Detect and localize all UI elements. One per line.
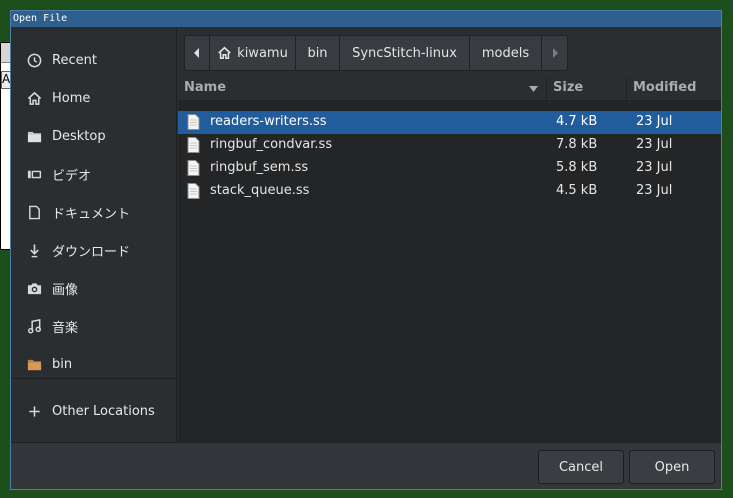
breadcrumb-label: SyncStitch-linux: [352, 45, 457, 61]
sidebar-item-documents[interactable]: ドキュメント: [11, 194, 176, 230]
dialog-action-bar: Cancel Open: [11, 442, 721, 489]
open-button[interactable]: Open: [629, 450, 715, 484]
file-modified: 23 Jul: [636, 183, 673, 198]
file-size: 5.8 kB: [556, 160, 598, 175]
breadcrumb-label: models: [481, 45, 530, 61]
sidebar-item-other-locations[interactable]: Other Locations: [11, 393, 176, 429]
column-header-modified[interactable]: Modified: [627, 77, 721, 101]
breadcrumb-models[interactable]: models: [470, 35, 542, 71]
places-sidebar: Recent Home Desktop ビデオ ドキュメント ダウンロード 画像…: [11, 27, 177, 442]
file-icon: [187, 114, 200, 130]
breadcrumb-label: bin: [307, 45, 328, 61]
sidebar-item-pictures[interactable]: 画像: [11, 270, 176, 306]
file-size: 4.5 kB: [556, 183, 598, 198]
sidebar-divider: [11, 378, 176, 379]
column-header-size[interactable]: Size: [547, 77, 627, 101]
column-header-label: Size: [553, 80, 584, 95]
clock-icon: [26, 52, 42, 68]
sidebar-item-label: Other Locations: [52, 403, 155, 419]
file-modified: 23 Jul: [636, 114, 673, 129]
sidebar-item-label: ダウンロード: [52, 244, 131, 260]
breadcrumb-syncstitch-linux[interactable]: SyncStitch-linux: [340, 35, 470, 71]
file-icon: [187, 160, 200, 176]
camera-icon: [26, 280, 42, 296]
sidebar-item-music[interactable]: 音楽: [11, 308, 176, 344]
path-bar: kiwamu bin SyncStitch-linux models: [184, 35, 568, 71]
sidebar-item-label: ドキュメント: [52, 206, 131, 222]
folder-icon: [26, 128, 42, 144]
sidebar-item-label: ビデオ: [52, 168, 92, 184]
file-modified: 23 Jul: [636, 137, 673, 152]
file-size: 4.7 kB: [556, 114, 598, 129]
breadcrumb-label: kiwamu: [237, 45, 288, 61]
video-icon: [26, 166, 42, 182]
sidebar-item-recent[interactable]: Recent: [11, 42, 176, 78]
plus-icon: [26, 403, 42, 419]
file-icon: [187, 183, 200, 199]
file-row[interactable]: readers-writers.ss 4.7 kB 23 Jul: [178, 111, 721, 134]
chevron-left-icon: [194, 48, 199, 58]
file-size: 7.8 kB: [556, 137, 598, 152]
window-title: Open File: [11, 11, 721, 27]
open-file-dialog: Open File Recent Home Desktop ビデオ ドキュメント…: [10, 10, 722, 490]
document-icon: [26, 204, 42, 220]
sidebar-item-label: 音楽: [52, 320, 79, 336]
file-name: readers-writers.ss: [210, 114, 327, 129]
sidebar-item-label: bin: [52, 356, 73, 372]
column-header-name[interactable]: Name: [178, 77, 547, 101]
file-row[interactable]: ringbuf_sem.ss 5.8 kB 23 Jul: [178, 157, 721, 180]
sidebar-item-label: Home: [52, 90, 91, 106]
file-list: Name Size Modified readers-writers.ss 4.…: [178, 77, 721, 442]
sidebar-item-label: Desktop: [52, 128, 106, 144]
path-scroll-right-button[interactable]: [542, 35, 568, 71]
file-list-header: Name Size Modified: [178, 77, 721, 101]
cancel-button[interactable]: Cancel: [538, 450, 624, 484]
download-icon: [26, 242, 42, 258]
file-row[interactable]: stack_queue.ss 4.5 kB 23 Jul: [178, 180, 721, 203]
sidebar-item-downloads[interactable]: ダウンロード: [11, 232, 176, 268]
folder-icon: [26, 356, 42, 372]
sidebar-item-label: 画像: [52, 282, 79, 298]
sidebar-item-label: Recent: [52, 52, 97, 68]
sidebar-item-desktop[interactable]: Desktop: [11, 118, 176, 154]
column-header-label: Name: [184, 80, 227, 95]
breadcrumb-bin[interactable]: bin: [296, 35, 340, 71]
breadcrumb-kiwamu[interactable]: kiwamu: [210, 35, 296, 71]
file-name: stack_queue.ss: [210, 183, 310, 198]
column-header-label: Modified: [633, 80, 697, 95]
file-icon: [187, 137, 200, 153]
file-row[interactable]: ringbuf_condvar.ss 7.8 kB 23 Jul: [178, 134, 721, 157]
music-icon: [26, 318, 42, 334]
path-scroll-left-button[interactable]: [184, 35, 210, 71]
file-chooser-main: kiwamu bin SyncStitch-linux models Name: [178, 27, 721, 442]
sidebar-item-home[interactable]: Home: [11, 80, 176, 116]
chevron-right-icon: [552, 48, 558, 58]
home-icon: [217, 46, 232, 60]
file-name: ringbuf_condvar.ss: [210, 137, 333, 152]
file-name: ringbuf_sem.ss: [210, 160, 309, 175]
home-icon: [26, 90, 42, 106]
sort-descending-icon: [529, 86, 538, 92]
sidebar-item-bin[interactable]: bin: [11, 346, 176, 382]
file-modified: 23 Jul: [636, 160, 673, 175]
sidebar-item-videos[interactable]: ビデオ: [11, 156, 176, 192]
